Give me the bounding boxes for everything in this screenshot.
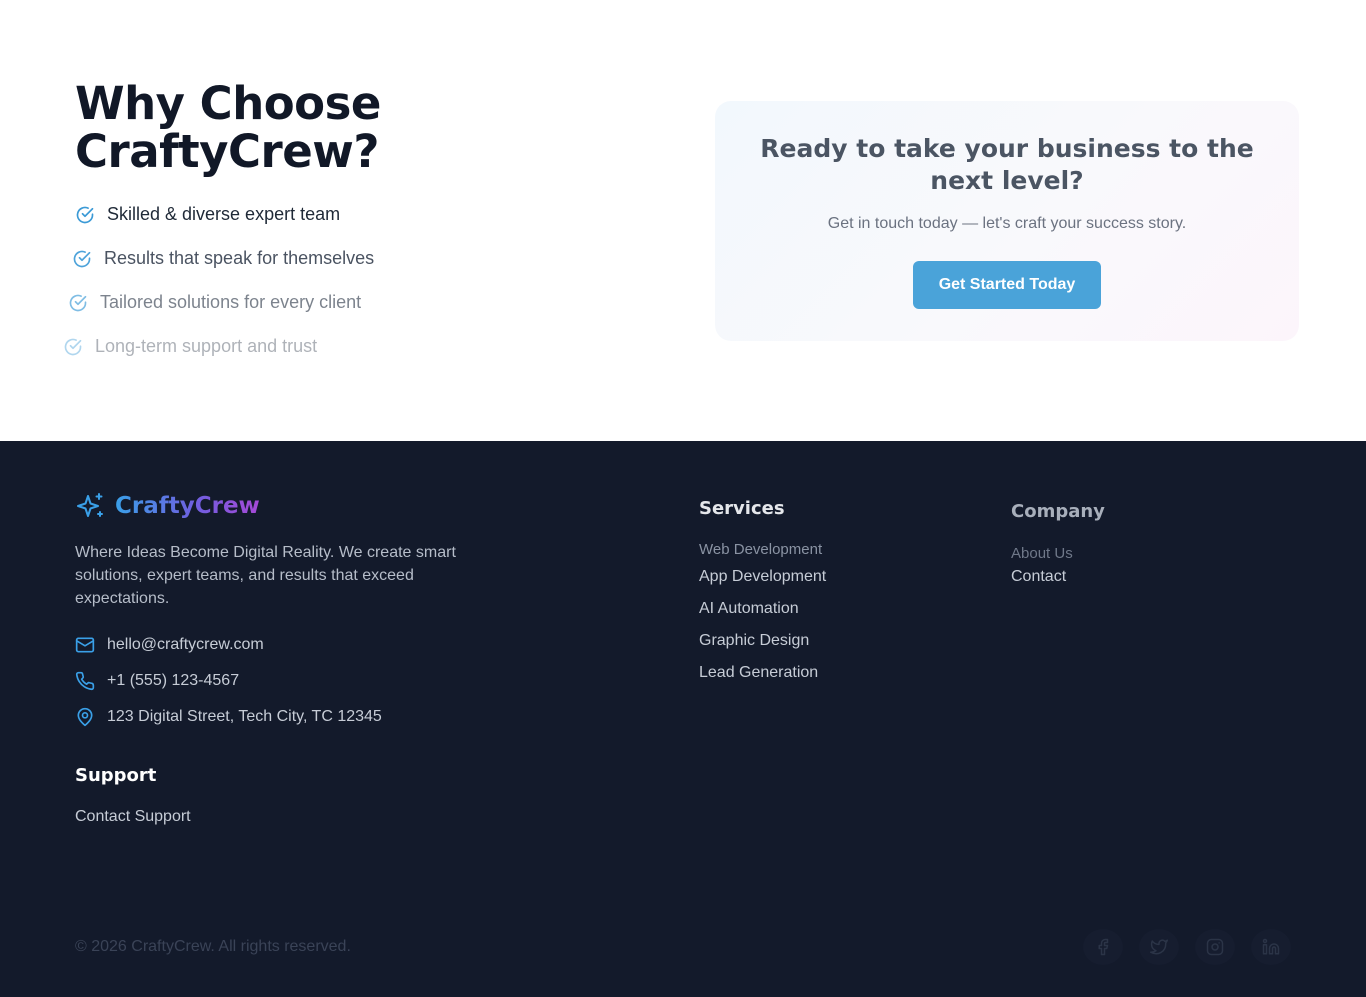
contact-phone[interactable]: +1 (555) 123-4567 bbox=[75, 671, 239, 691]
why-choose-title: Why Choose CraftyCrew? bbox=[75, 80, 495, 176]
check-circle-icon bbox=[72, 249, 92, 269]
linkedin-icon bbox=[1262, 938, 1280, 956]
cta-card: Ready to take your business to the next … bbox=[715, 101, 1299, 341]
services-link-web-development[interactable]: Web Development bbox=[699, 541, 822, 558]
company-link-contact[interactable]: Contact bbox=[1011, 568, 1066, 586]
instagram-link[interactable] bbox=[1195, 929, 1235, 965]
feature-item: Long-term support and trust bbox=[63, 336, 317, 357]
why-choose-title-line1: Why Choose bbox=[75, 77, 381, 130]
instagram-icon bbox=[1206, 938, 1224, 956]
cta-title: Ready to take your business to the next … bbox=[760, 134, 1254, 195]
map-pin-icon bbox=[75, 707, 95, 727]
feature-label: Results that speak for themselves bbox=[104, 248, 375, 268]
why-choose-section: Why Choose CraftyCrew? Skilled & diverse… bbox=[0, 0, 1366, 441]
why-choose-title-line2: CraftyCrew? bbox=[75, 125, 379, 178]
twitter-link[interactable] bbox=[1139, 929, 1179, 965]
contact-address: 123 Digital Street, Tech City, TC 12345 bbox=[75, 707, 382, 727]
services-heading: Services bbox=[699, 498, 785, 519]
twitter-icon bbox=[1150, 938, 1168, 956]
check-circle-icon bbox=[75, 205, 95, 225]
services-link-graphic-design[interactable]: Graphic Design bbox=[699, 632, 809, 650]
phone-icon bbox=[75, 671, 95, 691]
feature-item: Skilled & diverse expert team bbox=[75, 204, 340, 225]
feature-item: Tailored solutions for every client bbox=[68, 292, 361, 313]
footer-logo[interactable]: CraftyCrew bbox=[75, 491, 260, 521]
site-footer: CraftyCrew Where Ideas Become Digital Re… bbox=[0, 441, 1366, 997]
copyright-text: © 2026 CraftyCrew. All rights reserved. bbox=[75, 938, 351, 955]
linkedin-link[interactable] bbox=[1251, 929, 1291, 965]
facebook-icon bbox=[1094, 938, 1112, 956]
feature-label: Long-term support and trust bbox=[95, 336, 318, 356]
feature-label: Tailored solutions for every client bbox=[100, 292, 362, 312]
feature-item: Results that speak for themselves bbox=[72, 248, 374, 269]
footer-tagline: Where Ideas Become Digital Reality. We c… bbox=[75, 544, 456, 607]
company-heading: Company bbox=[1011, 501, 1105, 522]
email-text: hello@craftycrew.com bbox=[107, 636, 264, 653]
address-text: 123 Digital Street, Tech City, TC 12345 bbox=[107, 708, 382, 725]
facebook-link[interactable] bbox=[1083, 929, 1123, 965]
contact-email[interactable]: hello@craftycrew.com bbox=[75, 635, 264, 655]
mail-icon bbox=[75, 635, 95, 655]
contact-support-link[interactable]: Contact Support bbox=[75, 808, 191, 826]
services-link-lead-generation[interactable]: Lead Generation bbox=[699, 664, 818, 682]
feature-label: Skilled & diverse expert team bbox=[107, 204, 341, 224]
cta-subtitle: Get in touch today — let's craft your su… bbox=[827, 215, 1187, 232]
support-heading: Support bbox=[75, 765, 157, 786]
services-link-app-development[interactable]: App Development bbox=[699, 568, 826, 586]
check-circle-icon bbox=[63, 337, 83, 357]
sparkles-icon bbox=[75, 491, 105, 521]
check-circle-icon bbox=[68, 293, 88, 313]
company-link-about-us[interactable]: About Us bbox=[1011, 545, 1073, 559]
brand-name: CraftyCrew bbox=[115, 493, 260, 519]
services-link-ai-automation[interactable]: AI Automation bbox=[699, 600, 799, 618]
phone-text: +1 (555) 123-4567 bbox=[107, 672, 240, 689]
get-started-button[interactable]: Get Started Today bbox=[913, 261, 1101, 309]
